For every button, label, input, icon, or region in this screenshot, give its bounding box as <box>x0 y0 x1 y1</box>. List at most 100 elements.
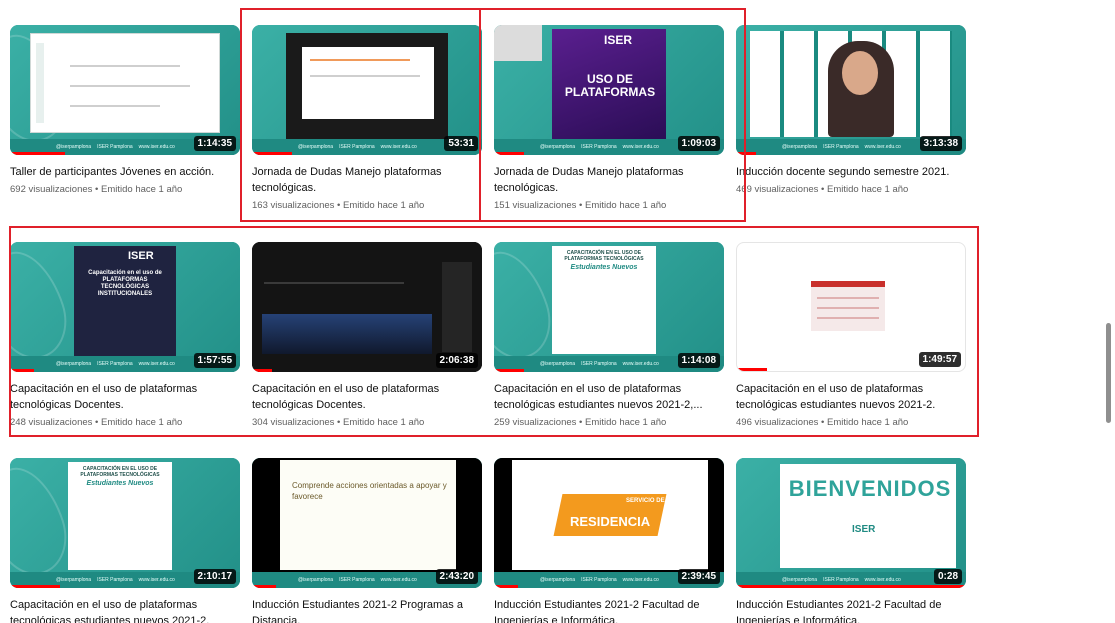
video-thumbnail[interactable]: ISER Capacitación en el uso de PLATAFORM… <box>10 242 240 372</box>
view-count: 304 visualizaciones <box>252 417 335 428</box>
view-count: 496 visualizaciones <box>736 417 819 428</box>
watch-progress <box>10 585 60 588</box>
video-card[interactable]: BIENVENIDOS ISER @iserpamplona ISER Pampl… <box>736 458 966 623</box>
video-title[interactable]: Jornada de Dudas Manejo plataformas tecn… <box>252 164 482 196</box>
duration-badge: 2:39:45 <box>677 569 720 584</box>
video-meta: 496 visualizaciones • Emitido hace 1 año <box>736 417 909 428</box>
screen-line <box>442 262 472 352</box>
event-poster <box>74 246 176 356</box>
twitter-handle: @iserpamplona <box>56 361 92 367</box>
screen-line <box>70 85 190 87</box>
duration-badge: 1:14:35 <box>193 136 236 151</box>
video-meta: 248 visualizaciones • Emitido hace 1 año <box>10 417 183 428</box>
poster-subtitle: Estudiantes Nuevos <box>86 480 154 487</box>
video-thumbnail[interactable]: 1:49:57 <box>736 242 966 372</box>
facebook-page: ISER Pamplona <box>339 144 375 150</box>
video-card[interactable]: @iserpamplona ISER Pamplona www.iser.edu.c… <box>252 25 482 211</box>
duration-badge: 2:06:38 <box>435 353 478 368</box>
webcam-feed <box>494 25 542 61</box>
screen-line <box>70 65 180 67</box>
poster-title: USO DE PLATAFORMAS <box>564 72 656 99</box>
video-thumbnail[interactable]: @iserpamplona ISER Pamplona www.iser.edu.c… <box>252 25 482 155</box>
video-title[interactable]: Inducción Estudiantes 2021-2 Programas a… <box>252 597 482 623</box>
upload-age: Emitido hace 1 año <box>101 417 183 428</box>
video-thumbnail[interactable]: Comprende acciones orientadas a apoyar y… <box>252 458 482 588</box>
duration-badge: 2:43:20 <box>435 569 478 584</box>
video-meta: 692 visualizaciones • Emitido hace 1 año <box>10 184 183 195</box>
screen-line <box>310 75 420 77</box>
website: www.iser.edu.co <box>864 144 901 150</box>
twitter-handle: @iserpamplona <box>56 144 92 150</box>
website: www.iser.edu.co <box>138 361 175 367</box>
facebook-page: ISER Pamplona <box>97 144 133 150</box>
video-title[interactable]: Capacitación en el uso de plataformas te… <box>10 597 240 623</box>
slide <box>280 460 456 570</box>
screen-line <box>310 59 410 61</box>
upload-age: Emitido hace 1 año <box>827 184 909 195</box>
video-title[interactable]: Capacitación en el uso de plataformas te… <box>252 381 482 413</box>
video-thumbnail[interactable]: ISER USO DE PLATAFORMAS @iserpamplona ISE… <box>494 25 724 155</box>
video-card[interactable]: 1:49:57 Capacitación en el uso de plataf… <box>736 242 966 428</box>
video-card[interactable]: @iserpamplona ISER Pamplona www.iser.edu.c… <box>10 25 240 195</box>
video-card[interactable]: ISER Capacitación en el uso de PLATAFORM… <box>10 242 240 428</box>
video-thumbnail[interactable]: BIENVENIDOS ISER @iserpamplona ISER Pampl… <box>736 458 966 588</box>
facebook-page: ISER Pamplona <box>339 577 375 583</box>
duration-badge: 1:09:03 <box>677 136 720 151</box>
video-title[interactable]: Inducción Estudiantes 2021-2 Facultad de… <box>736 597 966 623</box>
view-count: 469 visualizaciones <box>736 184 819 195</box>
video-thumbnail[interactable]: 2:06:38 <box>252 242 482 372</box>
video-card[interactable]: CAPACITACIÓN EN EL USO DE PLATAFORMAS TE… <box>494 242 724 428</box>
upload-age: Emitido hace 1 año <box>343 200 425 211</box>
welcome-logo: ISER <box>852 524 876 535</box>
screen-capture <box>811 281 885 331</box>
video-thumbnail[interactable]: SERVICIO DE RESIDENCIA @iserpamplona ISER… <box>494 458 724 588</box>
video-card[interactable]: SERVICIO DE RESIDENCIA @iserpamplona ISER… <box>494 458 724 623</box>
video-card[interactable]: ISER USO DE PLATAFORMAS @iserpamplona ISE… <box>494 25 724 211</box>
video-title[interactable]: Capacitación en el uso de plataformas te… <box>494 381 724 413</box>
video-title[interactable]: Capacitación en el uso de plataformas te… <box>10 381 240 413</box>
screen-line <box>264 282 404 284</box>
video-thumbnail[interactable]: @iserpamplona ISER Pamplona www.iser.edu.c… <box>736 25 966 155</box>
scrollbar[interactable] <box>1106 323 1111 423</box>
duration-badge: 1:14:08 <box>677 353 720 368</box>
website: www.iser.edu.co <box>380 144 417 150</box>
website: www.iser.edu.co <box>622 361 659 367</box>
video-card[interactable]: Comprende acciones orientadas a apoyar y… <box>252 458 482 623</box>
video-meta: 163 visualizaciones • Emitido hace 1 año <box>252 200 425 211</box>
twitter-handle: @iserpamplona <box>782 144 818 150</box>
facebook-page: ISER Pamplona <box>581 144 617 150</box>
video-title[interactable]: Inducción Estudiantes 2021-2 Facultad de… <box>494 597 724 623</box>
screen-line <box>70 105 160 107</box>
view-count: 248 visualizaciones <box>10 417 93 428</box>
twitter-handle: @iserpamplona <box>782 577 818 583</box>
event-poster <box>552 246 656 354</box>
video-card[interactable]: 2:06:38 Capacitación en el uso de plataf… <box>252 242 482 428</box>
video-thumbnail[interactable]: CAPACITACIÓN EN EL USO DE PLATAFORMAS TE… <box>494 242 724 372</box>
screen-line <box>817 317 879 319</box>
video-card[interactable]: @iserpamplona ISER Pamplona www.iser.edu.c… <box>736 25 966 195</box>
presenter-face <box>842 51 878 95</box>
view-count: 259 visualizaciones <box>494 417 577 428</box>
duration-badge: 1:57:55 <box>193 353 236 368</box>
screen-line <box>817 307 879 309</box>
duration-badge: 3:13:38 <box>919 136 962 151</box>
twitter-handle: @iserpamplona <box>540 144 576 150</box>
screen-line <box>36 43 44 123</box>
video-title[interactable]: Jornada de Dudas Manejo plataformas tecn… <box>494 164 724 196</box>
video-thumbnail[interactable]: @iserpamplona ISER Pamplona www.iser.edu.c… <box>10 25 240 155</box>
upload-age: Emitido hace 1 año <box>827 417 909 428</box>
video-title[interactable]: Capacitación en el uso de plataformas te… <box>736 381 966 413</box>
facebook-page: ISER Pamplona <box>823 577 859 583</box>
banner-title: RESIDENCIA <box>570 514 651 529</box>
view-count: 151 visualizaciones <box>494 200 577 211</box>
poster-subtitle: Estudiantes Nuevos <box>570 264 638 271</box>
watch-progress <box>10 369 34 372</box>
slide-text: Comprende acciones orientadas a apoyar y… <box>292 481 447 501</box>
video-card[interactable]: CAPACITACIÓN EN EL USO DE PLATAFORMAS TE… <box>10 458 240 623</box>
upload-age: Emitido hace 1 año <box>343 417 425 428</box>
website: www.iser.edu.co <box>622 577 659 583</box>
video-title[interactable]: Taller de participantes Jóvenes en acció… <box>10 164 240 180</box>
website: www.iser.edu.co <box>622 144 659 150</box>
video-thumbnail[interactable]: CAPACITACIÓN EN EL USO DE PLATAFORMAS TE… <box>10 458 240 588</box>
video-title[interactable]: Inducción docente segundo semestre 2021. <box>736 164 966 180</box>
